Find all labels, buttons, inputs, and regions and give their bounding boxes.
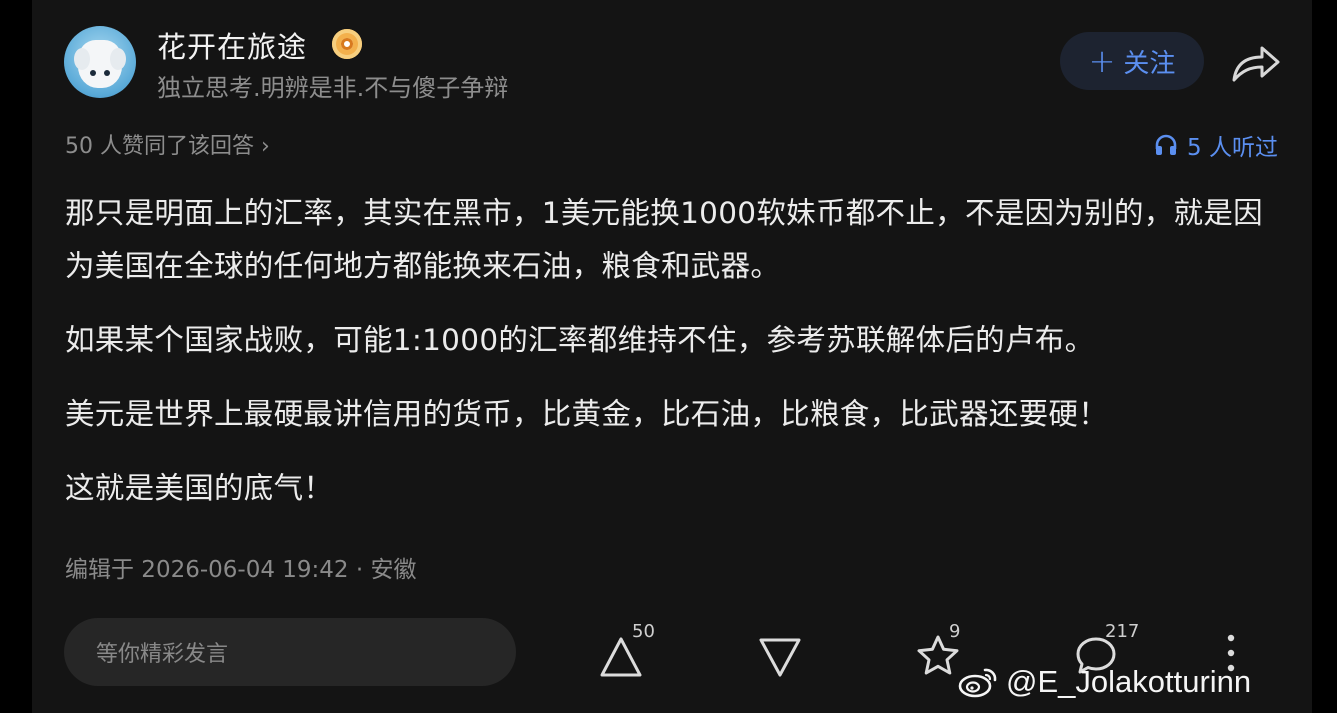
listen-label: 5 人听过 xyxy=(1187,135,1278,161)
avatar[interactable] xyxy=(64,26,136,98)
share-icon[interactable] xyxy=(1230,40,1282,86)
answer-paragraph: 这就是美国的底气！ xyxy=(65,471,334,505)
answer-content: 那只是明面上的汇率，其实在黑市，1美元能换1000软妹币都不止，不是因为别的，就… xyxy=(65,187,1275,536)
author-bio: 独立思考.明辨是非.不与傻子争辩 xyxy=(157,74,509,102)
watermark: @E_Jolakotturinn xyxy=(958,664,1251,700)
follow-label: 关注 xyxy=(1123,48,1176,79)
answer-paragraph: 如果某个国家战败，可能1:1000的汇率都维持不住，参考苏联解体后的卢布。 xyxy=(65,323,1095,357)
author-name[interactable]: 花开在旅途 xyxy=(157,24,307,66)
edit-info: 编辑于 2026-06-04 19:42 · 安徽 xyxy=(65,557,417,583)
comment-placeholder: 等你精彩发言 xyxy=(96,642,229,667)
weibo-logo-icon xyxy=(958,668,997,698)
watermark-text: @E_Jolakotturinn xyxy=(1006,664,1252,699)
upvote-count: 50 xyxy=(632,621,655,642)
upvote-summary-link[interactable]: 50 人赞同了该回答 › xyxy=(65,128,270,160)
favorite-count: 9 xyxy=(949,621,961,642)
dog-avatar-icon xyxy=(74,40,126,88)
comment-count: 217 xyxy=(1105,621,1140,642)
headphones-icon xyxy=(1155,134,1177,155)
comment-input[interactable]: 等你精彩发言 xyxy=(64,618,516,686)
answer-paragraph: 美元是世界上最硬最讲信用的货币，比黄金，比石油，比粮食，比武器还要硬！ xyxy=(65,397,1109,431)
downvote-triangle-icon xyxy=(759,638,801,677)
follow-button[interactable]: + 关注 xyxy=(1060,32,1204,90)
answer-paragraph: 那只是明面上的汇率，其实在黑市，1美元能换1000软妹币都不止，不是因为别的，就… xyxy=(65,196,1263,283)
plus-icon: + xyxy=(1088,42,1116,80)
answer-page: 花开在旅途 独立思考.明辨是非.不与傻子争辩 + 关注 50 人赞同了该回答 ›… xyxy=(32,0,1312,713)
listen-count[interactable]: 5 人听过 xyxy=(1155,128,1278,162)
badge-icon[interactable] xyxy=(332,29,362,59)
